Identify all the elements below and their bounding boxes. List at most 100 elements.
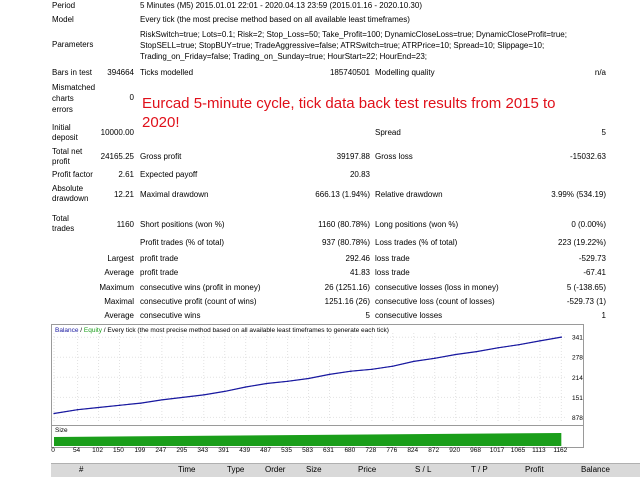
series-point-equity bbox=[560, 336, 562, 338]
series-point-equity bbox=[455, 353, 457, 356]
x-tick-label: 343 bbox=[197, 447, 209, 454]
grossprofit-value: 39197.88 bbox=[336, 152, 370, 161]
x-tick-label: 102 bbox=[92, 447, 103, 454]
x-tick-label: 631 bbox=[323, 447, 334, 454]
x-axis: 0 54 102 150 199 247 295 343 391 439 487 535 583 631 6… bbox=[51, 447, 591, 457]
parameters-value: RiskSwitch=true; Lots=0.1; Risk=2; Stop_… bbox=[140, 29, 567, 62]
average-loss-value: -67.41 bbox=[583, 268, 606, 277]
x-tick-label: 247 bbox=[155, 447, 167, 454]
series-point-equity bbox=[413, 360, 415, 363]
mismatched-value: 0 bbox=[129, 93, 134, 102]
maxwins-label: consecutive wins (profit in money) bbox=[140, 283, 261, 292]
average-profit-value: 41.83 bbox=[349, 268, 370, 277]
series-point-equity bbox=[76, 409, 79, 411]
x-tick-label: 439 bbox=[239, 447, 251, 454]
series-point-equity bbox=[286, 380, 289, 382]
col-balance[interactable]: Balance bbox=[581, 465, 610, 474]
series-point-equity bbox=[350, 370, 352, 372]
x-tick-label: 1017 bbox=[489, 447, 505, 454]
x-tick-label: 776 bbox=[386, 447, 398, 454]
quality-label: Modelling quality bbox=[375, 68, 435, 77]
largest-loss-value: -529.73 bbox=[578, 254, 606, 263]
netprofit-value: 24165.25 bbox=[100, 152, 134, 161]
col-time[interactable]: Time bbox=[178, 465, 195, 474]
average-loss-label: loss trade bbox=[375, 268, 410, 277]
largest-profit-label: profit trade bbox=[140, 254, 179, 263]
col-number[interactable]: # bbox=[79, 465, 83, 474]
x-tick-label: 680 bbox=[344, 447, 356, 454]
y-tick-label: 21477 bbox=[572, 375, 583, 382]
avglosses-value: 1 bbox=[601, 311, 606, 320]
series-point-equity bbox=[392, 365, 394, 367]
series-point-equity bbox=[224, 390, 226, 393]
x-tick-label: 920 bbox=[449, 447, 461, 454]
x-tick-label: 968 bbox=[470, 447, 482, 454]
grossloss-label: Gross loss bbox=[375, 152, 413, 161]
bars-value: 394664 bbox=[107, 68, 134, 77]
col-size[interactable]: Size bbox=[306, 465, 322, 474]
largest-label: Largest bbox=[107, 254, 134, 263]
long-label: Long positions (won %) bbox=[375, 220, 459, 229]
avgwins-label: consecutive wins bbox=[140, 311, 201, 320]
series-point-equity bbox=[203, 394, 205, 396]
series-line-balance bbox=[53, 336, 562, 415]
col-sl[interactable]: S / L bbox=[415, 465, 431, 474]
pf-value: 2.61 bbox=[118, 170, 134, 179]
series-point-equity bbox=[518, 344, 520, 346]
series-point-equity bbox=[97, 406, 100, 409]
y-tick-label: 8784 bbox=[572, 415, 583, 422]
orders-table-header: # Time Type Order Size Price S / L T / P… bbox=[51, 463, 640, 477]
x-tick-label: 1113 bbox=[532, 447, 546, 454]
col-type[interactable]: Type bbox=[227, 465, 244, 474]
series-point-equity bbox=[476, 351, 478, 353]
x-tick-label: 295 bbox=[176, 447, 188, 454]
size-panel: Size bbox=[51, 425, 584, 448]
y-tick-label: 15131 bbox=[572, 395, 583, 402]
period-label: Period bbox=[52, 1, 76, 10]
reldd-value: 3.99% (534.19) bbox=[551, 190, 606, 199]
maxwins-value: 26 (1251.16) bbox=[324, 283, 370, 292]
payoff-label: Expected payoff bbox=[140, 170, 198, 179]
series-line-equity bbox=[53, 336, 562, 414]
x-tick-label: 728 bbox=[365, 447, 377, 454]
grossprofit-label: Gross profit bbox=[140, 152, 182, 161]
largest-loss-label: loss trade bbox=[375, 254, 410, 263]
col-price[interactable]: Price bbox=[358, 465, 376, 474]
ticks-label: Ticks modelled bbox=[140, 68, 194, 77]
y-tick-label: 27824 bbox=[572, 355, 583, 362]
average2-label: Average bbox=[104, 311, 134, 320]
initial-value: 10000.00 bbox=[100, 128, 134, 137]
maxprofit-label: consecutive profit (count of wins) bbox=[140, 297, 257, 306]
period-value: 5 Minutes (M5) 2015.01.01 22:01 - 2020.0… bbox=[140, 1, 422, 10]
profittrades-value: 937 (80.78%) bbox=[321, 238, 370, 247]
col-order[interactable]: Order bbox=[265, 465, 285, 474]
size-label: Size bbox=[55, 427, 68, 434]
y-tick-label: 34170 bbox=[572, 335, 583, 342]
parameters-line: Trading_on_Friday=false; Trading_on_Sund… bbox=[140, 52, 427, 61]
reldd-label: Relative drawdown bbox=[375, 190, 443, 199]
losstrades-label: Loss trades (% of total) bbox=[375, 238, 458, 247]
quality-value: n/a bbox=[594, 68, 606, 77]
x-tick-label: 150 bbox=[113, 447, 124, 454]
maximal-label: Maximal bbox=[104, 297, 134, 306]
x-tick-label: 872 bbox=[428, 447, 440, 454]
x-tick-label: 824 bbox=[407, 447, 419, 454]
x-tick-label: 1162 bbox=[553, 447, 568, 454]
largest-profit-value: 292.46 bbox=[345, 254, 370, 263]
series-point-equity bbox=[266, 382, 268, 385]
series-point-equity bbox=[53, 412, 55, 415]
losstrades-value: 223 (19.22%) bbox=[557, 238, 606, 247]
x-tick-label: 583 bbox=[302, 447, 313, 454]
size-bars bbox=[54, 433, 562, 446]
series-point-equity bbox=[182, 396, 184, 399]
maxloss-value: -529.73 (1) bbox=[566, 297, 606, 306]
series-point-equity bbox=[140, 402, 142, 404]
col-profit[interactable]: Profit bbox=[525, 465, 544, 474]
mismatched-label: Mismatched charts errors bbox=[52, 83, 96, 114]
col-tp[interactable]: T / P bbox=[471, 465, 488, 474]
ticks-value: 185740501 bbox=[329, 68, 370, 77]
series-point-equity bbox=[434, 357, 436, 359]
maxdd-label: Maximal drawdown bbox=[140, 190, 209, 199]
short-label: Short positions (won %) bbox=[140, 220, 225, 229]
parameters-line: StopSELL=true; StopBUY=true; TradeAggres… bbox=[140, 41, 545, 50]
